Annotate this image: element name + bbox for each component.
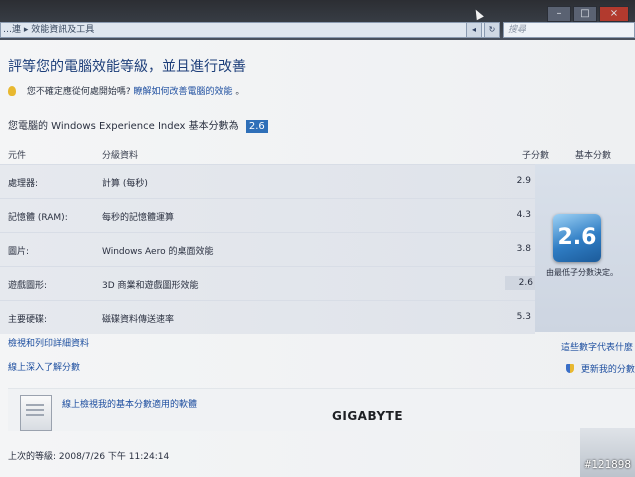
row-component: 圖片: [8, 247, 30, 257]
header-rating: 分級資料 [102, 151, 139, 161]
lightbulb-icon [8, 86, 16, 96]
address-dropdown-icon[interactable]: ◂ [466, 22, 482, 38]
update-score-item[interactable]: 更新我的分數 [566, 362, 635, 375]
row-subscore: 5.3 [516, 312, 531, 322]
view-software-link[interactable]: 線上檢視我的基本分數適用的軟體 [62, 397, 197, 410]
table-row: 遊戲圖形: 3D 商業和遊戲圖形效能 2.6 [0, 266, 535, 300]
table-row: 記憶體 (RAM): 每秒的記憶體運算 4.3 [0, 198, 535, 232]
mouse-cursor-icon [472, 7, 484, 21]
row-component: 記憶體 (RAM): [8, 213, 68, 223]
header-basescore: 基本分數 [575, 151, 612, 161]
row-description: 磁碟資料傳送速率 [102, 315, 175, 325]
watermark: #121898 [584, 458, 631, 471]
table-row: 主要硬碟: 磁碟資料傳送速率 5.3 [0, 300, 535, 334]
tip-line: 您不確定應從何處開始嗎? 瞭解如何改善電腦的效能 。 [8, 84, 244, 97]
row-subscore: 2.6 [505, 276, 535, 290]
tip-end: 。 [235, 87, 245, 97]
minimize-button[interactable]: – [547, 6, 571, 22]
row-subscore: 4.3 [516, 210, 531, 220]
window-controls: – □ × [547, 6, 629, 22]
tip-text: 您不確定應從何處開始嗎? [26, 87, 131, 97]
offer-panel: 線上檢視我的基本分數適用的軟體 [8, 388, 635, 431]
base-score-panel: 2.6 由最低子分數決定。 [535, 164, 635, 332]
address-bar[interactable]: …連 ▸ 效能資訊及工具 [0, 22, 500, 38]
shield-icon [566, 364, 574, 373]
search-input[interactable]: 搜尋 [503, 22, 635, 38]
what-numbers-mean-link[interactable]: 這些數字代表什麼 [561, 340, 633, 353]
row-description: 每秒的記憶體運算 [102, 213, 175, 223]
base-score-note: 由最低子分數決定。 [546, 268, 618, 277]
maximize-button[interactable]: □ [573, 6, 597, 22]
row-subscore: 3.8 [516, 244, 531, 254]
row-description: 3D 商業和遊戲圖形效能 [102, 281, 199, 291]
last-update-text: 上次的等級: 2008/7/26 下午 11:24:14 [8, 452, 170, 462]
base-score-line: 您電腦的 Windows Experience Index 基本分數為 2.6 [8, 117, 268, 133]
monitor-brand-logo: GIGABYTE [332, 409, 404, 423]
base-score-badge: 2.6 [553, 214, 601, 262]
row-description: Windows Aero 的桌面效能 [102, 247, 214, 257]
header-component: 元件 [8, 151, 27, 161]
learn-more-link[interactable]: 線上深入了解分數 [8, 360, 80, 373]
page-title: 評等您的電腦效能等級，並且進行改善 [8, 59, 246, 75]
close-button[interactable]: × [599, 6, 629, 22]
table-header: 元件 分級資料 子分數 基本分數 [0, 144, 635, 164]
row-subscore: 2.9 [516, 176, 531, 186]
score-table: 處理器: 計算 (每秒) 2.9 記憶體 (RAM): 每秒的記憶體運算 4.3… [0, 164, 535, 334]
row-component: 遊戲圖形: [8, 281, 48, 291]
base-score-chip: 2.6 [245, 120, 268, 133]
improve-performance-link[interactable]: 瞭解如何改善電腦的效能 [134, 87, 233, 97]
refresh-icon[interactable]: ↻ [484, 22, 500, 38]
table-row: 圖片: Windows Aero 的桌面效能 3.8 [0, 232, 535, 266]
row-description: 計算 (每秒) [102, 179, 148, 189]
row-component: 處理器: [8, 179, 39, 189]
software-document-icon [20, 395, 52, 431]
base-score-label: 您電腦的 Windows Experience Index 基本分數為 [8, 121, 239, 132]
main-content: 評等您的電腦效能等級，並且進行改善 您不確定應從何處開始嗎? 瞭解如何改善電腦的… [0, 40, 635, 477]
view-details-link[interactable]: 檢視和列印詳細資料 [8, 336, 89, 349]
row-component: 主要硬碟: [8, 315, 48, 325]
header-subscore: 子分數 [522, 151, 550, 161]
update-score-link[interactable]: 更新我的分數 [581, 365, 635, 375]
table-row: 處理器: 計算 (每秒) 2.9 [0, 164, 535, 198]
